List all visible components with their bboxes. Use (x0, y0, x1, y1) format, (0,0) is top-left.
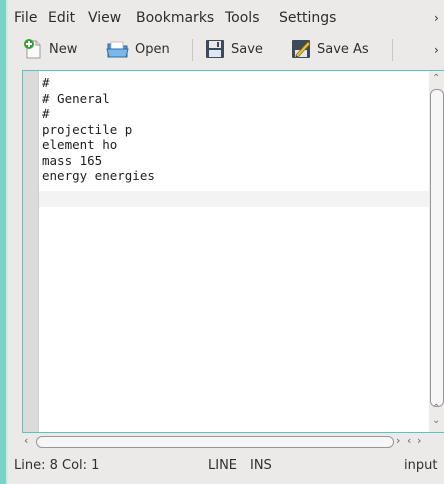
document-new-icon (22, 38, 44, 60)
editor-line: element ho (42, 137, 118, 152)
menu-overflow-chevron-icon[interactable]: › (434, 11, 439, 25)
scroll-up-arrow-icon[interactable]: ⌃ (432, 403, 440, 414)
editor-line: # (42, 75, 50, 90)
scroll-left-arrow-icon[interactable]: ‹ (24, 434, 28, 447)
folder-open-icon (106, 38, 130, 60)
save-button-label: Save (231, 41, 263, 57)
menu-edit[interactable]: Edit (48, 10, 75, 26)
menu-tools[interactable]: Tools (225, 10, 260, 26)
window-edge-highlight (6, 0, 8, 484)
scroll-left-arrow-icon[interactable]: ‹ (407, 434, 411, 447)
vertical-scrollbar[interactable]: ⌃ ⌃ ⌄ (429, 71, 444, 432)
text-editor[interactable]: # # General # projectile p element ho ma… (42, 75, 155, 199)
menu-file[interactable]: File (14, 10, 37, 26)
statusbar: Line: 8 Col: 1 LINE INS input (14, 455, 444, 477)
open-button-label: Open (135, 41, 170, 57)
horizontal-scroll-thumb[interactable] (36, 436, 394, 448)
save-as-pen-icon (290, 38, 312, 60)
editor-line: projectile p (42, 121, 133, 137)
floppy-disk-icon (204, 38, 226, 60)
scroll-up-arrow-icon[interactable]: ⌃ (432, 73, 440, 84)
menubar: File Edit View Bookmarks Tools Settings … (14, 0, 444, 34)
editor-gutter (23, 71, 39, 432)
editor-frame: # # General # projectile p element ho ma… (22, 70, 444, 433)
horizontal-scrollbar[interactable]: ‹ › ‹ › (22, 433, 444, 450)
save-as-button[interactable]: Save As (290, 34, 369, 64)
filetype-indicator[interactable]: input (404, 458, 437, 473)
editor-line: energy energies (42, 168, 155, 183)
toolbar-overflow-chevron-icon[interactable]: › (434, 43, 439, 57)
insert-mode-indicator[interactable]: INS (250, 458, 272, 473)
cursor-position: Line: 8 Col: 1 (14, 458, 100, 473)
new-button[interactable]: New (22, 34, 77, 64)
toolbar: New Open Save Save As › (14, 34, 444, 66)
scroll-right-arrow-icon[interactable]: › (396, 434, 400, 447)
line-mode-indicator[interactable]: LINE (208, 458, 237, 473)
editor-line: # General (42, 90, 110, 106)
new-button-label: New (49, 41, 78, 57)
menu-view[interactable]: View (88, 10, 121, 26)
editor-line: mass 165 (42, 152, 103, 168)
open-button[interactable]: Open (106, 34, 170, 64)
editor-line: # (42, 106, 50, 121)
menu-bookmarks[interactable]: Bookmarks (136, 10, 214, 26)
scroll-right-arrow-icon[interactable]: › (417, 434, 421, 447)
scroll-down-arrow-icon[interactable]: ⌄ (432, 415, 440, 426)
save-button[interactable]: Save (204, 34, 263, 64)
toolbar-separator (392, 39, 393, 61)
vertical-scroll-thumb[interactable] (430, 89, 444, 407)
toolbar-separator (192, 39, 193, 61)
save-as-button-label: Save As (317, 41, 369, 57)
menu-settings[interactable]: Settings (279, 10, 336, 26)
